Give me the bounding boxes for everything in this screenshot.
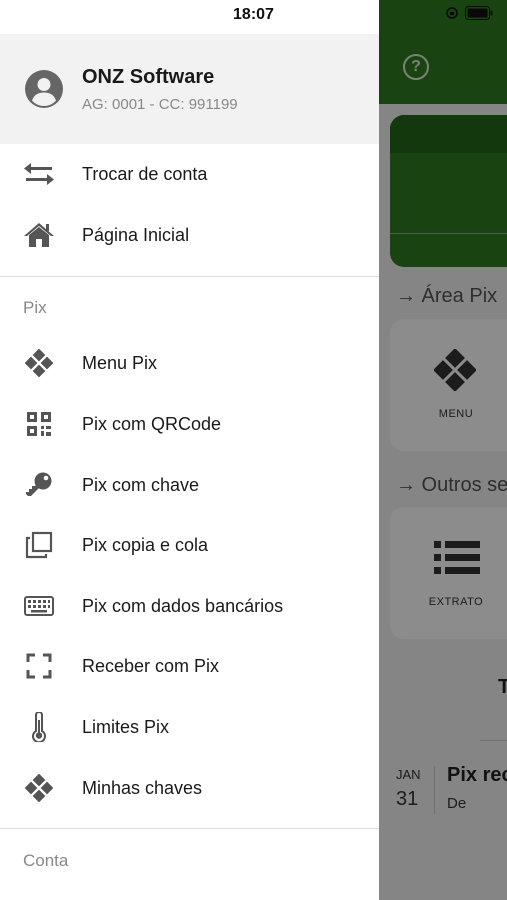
divider — [0, 276, 379, 277]
menu-item-pagina-inicial[interactable]: Página Inicial — [0, 205, 379, 265]
menu-item-label: Receber com Pix — [82, 655, 220, 676]
copy-icon — [24, 530, 54, 560]
key-icon — [24, 470, 54, 500]
menu-item-label: Pix com dados bancários — [82, 595, 284, 616]
menu-item-pix-dados-bancarios[interactable]: Pix com dados bancários — [0, 576, 379, 636]
menu-item-label: Pix copia e cola — [82, 534, 209, 555]
menu-item-trocar-conta[interactable]: Trocar de conta — [0, 144, 379, 204]
menu-item-label: Pix com QRCode — [82, 413, 222, 434]
thermometer-icon — [24, 712, 54, 742]
qrcode-icon — [24, 409, 54, 439]
pix-icon — [24, 773, 54, 803]
menu-item-receber-pix[interactable]: Receber com Pix — [0, 636, 379, 696]
status-time: 18:07 — [233, 6, 274, 23]
user-avatar-icon — [25, 70, 63, 108]
profile-header: ONZ Software AG: 0001 - CC: 991199 — [0, 34, 379, 144]
scan-icon — [24, 651, 54, 681]
divider — [0, 828, 379, 829]
pix-icon — [24, 348, 54, 378]
menu-item-label: Minhas chaves — [82, 777, 203, 798]
menu-item-pix-copia-cola[interactable]: Pix copia e cola — [0, 515, 379, 575]
menu-item-label: Trocar de conta — [82, 163, 208, 184]
menu-item-pix-qrcode[interactable]: Pix com QRCode — [0, 394, 379, 454]
section-title-conta: Conta — [23, 851, 69, 870]
side-drawer: ONZ Software AG: 0001 - CC: 991199 Troca… — [0, 0, 379, 900]
menu-item-limites-pix[interactable]: Limites Pix — [0, 697, 379, 757]
home-icon — [24, 220, 54, 250]
account-name: ONZ Software — [82, 66, 215, 88]
menu-item-label: Página Inicial — [82, 224, 190, 245]
keyboard-icon — [24, 591, 54, 621]
menu-item-label: Menu Pix — [82, 352, 158, 373]
menu-item-label: Limites Pix — [82, 716, 170, 737]
section-title-pix: Pix — [23, 298, 47, 317]
account-number: AG: 0001 - CC: 991199 — [82, 96, 238, 113]
menu-item-pix-chave[interactable]: Pix com chave — [0, 455, 379, 515]
menu-item-label: Pix com chave — [82, 474, 200, 495]
menu-item-menu-pix[interactable]: Menu Pix — [0, 333, 379, 393]
swap-icon — [24, 159, 54, 189]
menu-item-minhas-chaves[interactable]: Minhas chaves — [0, 758, 379, 818]
